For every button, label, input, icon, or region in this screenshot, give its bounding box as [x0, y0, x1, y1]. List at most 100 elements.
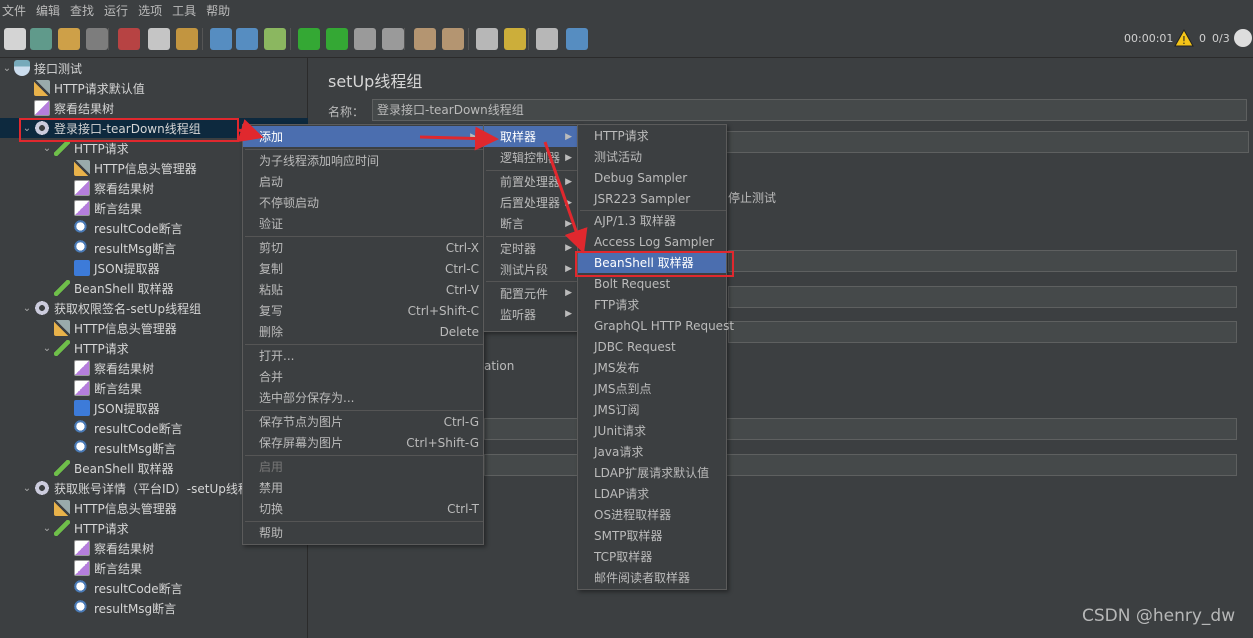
- menu-1[interactable]: 编辑: [36, 2, 60, 19]
- tree-item[interactable]: resultMsg断言: [60, 438, 176, 458]
- tree-item[interactable]: ⌄ 接口测试: [0, 58, 82, 78]
- menu-item[interactable]: JDBC Request: [578, 336, 726, 357]
- loop-field[interactable]: [728, 321, 1237, 343]
- tree-item[interactable]: 察看结果树: [60, 538, 154, 558]
- menu-item[interactable]: GraphQL HTTP Request: [578, 315, 734, 336]
- tree-item[interactable]: ⌄ 获取账号详情（平台ID）-setUp线程: [20, 478, 250, 498]
- warning-icon[interactable]: !: [1174, 28, 1194, 47]
- menu-item[interactable]: AJP/1.3 取样器: [578, 210, 726, 231]
- menu-item[interactable]: 切换 Ctrl-T: [243, 498, 483, 519]
- menu-4[interactable]: 选项: [138, 2, 162, 19]
- toggle-icon[interactable]: [264, 28, 286, 50]
- menu-item[interactable]: JMS发布: [578, 357, 726, 378]
- tree-item[interactable]: 断言结果: [60, 558, 142, 578]
- menu-3[interactable]: 运行: [104, 2, 128, 19]
- menu-item[interactable]: TCP取样器: [578, 546, 726, 567]
- paste-icon[interactable]: [176, 28, 198, 50]
- menu-5[interactable]: 工具: [172, 2, 196, 19]
- menu-item[interactable]: Debug Sampler: [578, 167, 726, 188]
- expand-chevron-icon[interactable]: ⌄: [20, 303, 34, 314]
- ramp-up-field[interactable]: [728, 286, 1237, 308]
- tree-item[interactable]: JSON提取器: [60, 258, 160, 278]
- menu-item[interactable]: JMS订阅: [578, 399, 726, 420]
- menu-item[interactable]: JSR223 Sampler: [578, 188, 726, 209]
- tree-item[interactable]: resultMsg断言: [60, 238, 176, 258]
- expand-chevron-icon[interactable]: ⌄: [40, 143, 54, 154]
- menu-2[interactable]: 查找: [70, 2, 94, 19]
- tree-item[interactable]: BeanShell 取样器: [40, 458, 174, 478]
- tree-item[interactable]: BeanShell 取样器: [40, 278, 174, 298]
- menu-item[interactable]: 为子线程添加响应时间: [243, 150, 483, 171]
- threads-field[interactable]: [728, 250, 1237, 272]
- menu-item[interactable]: 禁用: [243, 477, 483, 498]
- search-icon[interactable]: [476, 28, 498, 50]
- tree-item[interactable]: HTTP信息头管理器: [40, 318, 177, 338]
- menu-item[interactable]: LDAP扩展请求默认值: [578, 462, 726, 483]
- reset-search-icon[interactable]: [504, 28, 526, 50]
- menu-item[interactable]: 选中部分保存为...: [243, 387, 483, 408]
- tree-item[interactable]: 断言结果: [60, 198, 142, 218]
- menu-item[interactable]: SMTP取样器: [578, 525, 726, 546]
- menu-item[interactable]: 监听器 ▶: [484, 304, 578, 325]
- tree-item[interactable]: 察看结果树: [60, 358, 154, 378]
- menu-item[interactable]: 复写 Ctrl+Shift-C: [243, 300, 483, 321]
- new-icon[interactable]: [4, 28, 26, 50]
- tree-item[interactable]: resultCode断言: [60, 218, 183, 238]
- help-icon[interactable]: [566, 28, 588, 50]
- menu-item[interactable]: 测试片段 ▶: [484, 259, 578, 280]
- menu-item[interactable]: 断言 ▶: [484, 213, 578, 234]
- tree-item[interactable]: resultMsg断言: [60, 598, 176, 618]
- stop-icon[interactable]: [354, 28, 376, 50]
- menu-item[interactable]: 帮助: [243, 522, 483, 543]
- menu-item[interactable]: JUnit请求: [578, 420, 726, 441]
- name-field[interactable]: 登录接口-tearDown线程组: [372, 99, 1247, 121]
- menu-item[interactable]: 打开...: [243, 345, 483, 366]
- menu-item[interactable]: LDAP请求: [578, 483, 726, 504]
- menu-item[interactable]: 启动: [243, 171, 483, 192]
- menu-6[interactable]: 帮助: [206, 2, 230, 19]
- expand-icon[interactable]: [210, 28, 232, 50]
- tree-item[interactable]: 察看结果树: [20, 98, 114, 118]
- tree-item[interactable]: HTTP请求默认值: [20, 78, 145, 98]
- function-helper-icon[interactable]: [536, 28, 558, 50]
- comments-field[interactable]: [700, 131, 1249, 153]
- menu-item[interactable]: 后置处理器 ▶: [484, 192, 578, 213]
- menu-item[interactable]: 添加 ▶: [243, 126, 483, 147]
- shutdown-icon[interactable]: [382, 28, 404, 50]
- copy-icon[interactable]: [148, 28, 170, 50]
- menu-item[interactable]: 配置元件 ▶: [484, 283, 578, 304]
- menu-item[interactable]: FTP请求: [578, 294, 726, 315]
- menu-item[interactable]: 启用: [243, 456, 483, 477]
- collapse-icon[interactable]: [236, 28, 258, 50]
- templates-icon[interactable]: [30, 28, 52, 50]
- menu-item[interactable]: 邮件阅读者取样器: [578, 567, 726, 588]
- tree-item[interactable]: resultCode断言: [60, 578, 183, 598]
- menu-item[interactable]: JMS点到点: [578, 378, 726, 399]
- menu-item[interactable]: 保存节点为图片 Ctrl-G: [243, 411, 483, 432]
- menu-item[interactable]: 粘贴 Ctrl-V: [243, 279, 483, 300]
- menu-item[interactable]: 逻辑控制器 ▶: [484, 147, 578, 168]
- menu-item[interactable]: 剪切 Ctrl-X: [243, 237, 483, 258]
- tree-item[interactable]: ⌄ HTTP请求: [40, 338, 129, 358]
- tree-item[interactable]: HTTP信息头管理器: [40, 498, 177, 518]
- expand-chevron-icon[interactable]: ⌄: [40, 343, 54, 354]
- menu-item[interactable]: 定时器 ▶: [484, 238, 578, 259]
- menu-item[interactable]: 删除 Delete: [243, 321, 483, 342]
- open-icon[interactable]: [58, 28, 80, 50]
- tree-item[interactable]: ⌄ HTTP请求: [40, 518, 129, 538]
- menu-item[interactable]: 取样器 ▶: [484, 126, 578, 147]
- menu-item[interactable]: 测试活动: [578, 146, 726, 167]
- start-no-pause-icon[interactable]: [326, 28, 348, 50]
- tree-item[interactable]: JSON提取器: [60, 398, 160, 418]
- start-icon[interactable]: [298, 28, 320, 50]
- tree-item[interactable]: HTTP信息头管理器: [60, 158, 197, 178]
- cut-icon[interactable]: [118, 28, 140, 50]
- save-icon[interactable]: [86, 28, 108, 50]
- menu-item[interactable]: Access Log Sampler: [578, 231, 726, 252]
- tree-item[interactable]: 断言结果: [60, 378, 142, 398]
- expand-chevron-icon[interactable]: ⌄: [20, 483, 34, 494]
- menu-item[interactable]: 验证: [243, 213, 483, 234]
- menu-item[interactable]: 合并: [243, 366, 483, 387]
- tree-item[interactable]: 察看结果树: [60, 178, 154, 198]
- tree-item[interactable]: resultCode断言: [60, 418, 183, 438]
